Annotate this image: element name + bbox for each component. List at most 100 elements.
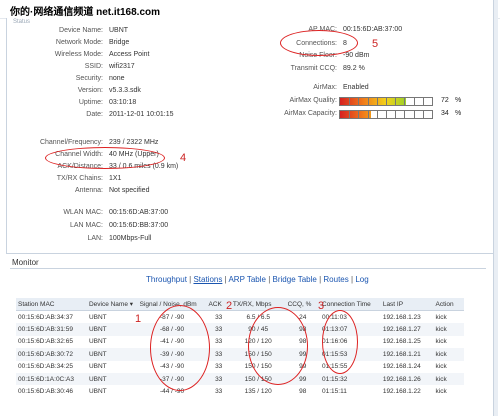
- annotation-number-4: 4: [180, 152, 187, 164]
- lan-label: LAN:: [87, 235, 103, 242]
- bar-segment-divider: [414, 98, 415, 105]
- cell-tx-rx: 135 / 120: [244, 388, 272, 396]
- table-row: 00:15:6D:AB:34:37 UBNT -87 / -90 33 6.5 / 6.…: [16, 311, 464, 324]
- bar-segment-divider: [386, 111, 387, 118]
- annotation-number-2: 2: [226, 300, 233, 312]
- antenna-label: Antenna:: [74, 187, 103, 194]
- airmax-quality-value: 72: [441, 97, 449, 104]
- bar-segment-divider: [386, 98, 387, 105]
- tab-stations[interactable]: Stations: [193, 275, 222, 284]
- airmax-quality-percent: %: [455, 97, 462, 104]
- monitor-tabs: Throughput | Stations | ARP Table | Brid…: [146, 275, 369, 284]
- cell-ack: 33: [206, 372, 231, 386]
- mac-info: WLAN MAC: 00:15:6D:AB:37:00 LAN MAC: 00:…: [7, 209, 227, 249]
- cell-last-ip[interactable]: 192.168.1.22: [381, 385, 434, 397]
- cell-station-mac[interactable]: 00:15:6D:AB:34:25: [16, 361, 87, 373]
- cell-station-mac[interactable]: 00:15:6D:AB:30:46: [16, 385, 87, 397]
- cell-ccq: 98: [299, 388, 307, 396]
- cell-station-mac[interactable]: 00:15:6D:AB:31:59: [16, 323, 87, 336]
- ap-mac-value: 00:15:6D:AB:37:00: [343, 26, 403, 33]
- col-ccq[interactable]: CCQ, %: [285, 298, 321, 311]
- annotation-number-3: 3: [318, 300, 325, 312]
- cell-device-name: UBNT: [88, 313, 107, 321]
- cell-last-ip[interactable]: 192.168.1.25: [381, 336, 434, 348]
- annotation-circle-channel-width: [45, 147, 165, 169]
- transmit-ccq-label: Transmit CCQ:: [290, 65, 337, 72]
- stations-table: Station MAC Device Name ▾ Signal / Noise…: [16, 298, 464, 398]
- lan-mac-value: 00:15:6D:BB:37:00: [109, 222, 169, 229]
- tx-rx-chains-value: 1X1: [109, 175, 122, 182]
- cell-ack: 33: [215, 363, 223, 371]
- cell-station-mac[interactable]: 00:15:6D:AB:32:65: [16, 336, 87, 348]
- cell-station-mac[interactable]: 00:15:6D:1A:0C:A3: [16, 372, 87, 386]
- cell-connection-time: 01:15:11: [322, 388, 347, 396]
- tab-arp-table[interactable]: ARP Table: [228, 275, 266, 284]
- cell-station-mac[interactable]: 00:15:6D:AB:30:72: [16, 348, 87, 361]
- bar-segment-divider: [358, 111, 359, 118]
- cell-device-name: UBNT: [86, 372, 138, 386]
- cell-last-ip[interactable]: 192.168.1.23: [381, 311, 434, 324]
- airmax-value: Enabled: [343, 84, 369, 91]
- cell-ack: 33: [206, 323, 231, 336]
- lan-mac-label: LAN MAC:: [69, 222, 103, 229]
- col-station-mac[interactable]: Station MAC: [16, 298, 87, 311]
- ap-info: AP MAC: 00:15:6D:AB:37:00 Connections: 8…: [7, 18, 487, 138]
- tab-separator: |: [351, 275, 354, 284]
- tab-separator: |: [268, 275, 271, 284]
- lan-value: 100Mbps-Full: [109, 235, 152, 242]
- tab-throughput[interactable]: Throughput: [146, 275, 187, 284]
- table-row: 00:15:6D:AB:30:72 UBNT -39 / -90 33 150 / 15…: [16, 348, 464, 361]
- bar-segment-divider: [395, 111, 396, 118]
- col-device-name[interactable]: Device Name ▾: [86, 298, 138, 311]
- transmit-ccq-value: 89.2 %: [343, 65, 365, 72]
- cell-action[interactable]: kick: [434, 385, 464, 397]
- cell-device-name: UBNT: [86, 348, 138, 361]
- annotation-number-1: 1: [135, 313, 142, 325]
- cell-device-name: UBNT: [86, 323, 138, 336]
- noise-floor-value: -90 dBm: [343, 52, 370, 59]
- tab-log[interactable]: Log: [355, 275, 368, 284]
- bar-segment-divider: [377, 111, 378, 118]
- bar-segment-divider: [414, 111, 415, 118]
- cell-connection-time: 01:15:32: [320, 372, 381, 386]
- col-action: Action: [433, 298, 464, 311]
- table-row: 00:15:6D:1A:0C:A3 UBNT -37 / -90 33 150 / 15…: [16, 372, 464, 386]
- monitor-title: Monitor: [12, 258, 39, 267]
- cell-last-ip[interactable]: 192.168.1.24: [381, 361, 434, 373]
- cell-action[interactable]: kick: [433, 372, 464, 386]
- watermark-text: 你的·网络通信频道 net.it168.com: [10, 7, 161, 18]
- bar-segment-divider: [404, 98, 405, 105]
- cell-last-ip[interactable]: 192.168.1.27: [380, 323, 434, 336]
- table-row: 00:15:6D:AB:34:25 UBNT -43 / -90 33 150 / 15…: [16, 361, 464, 373]
- bar-segment-divider: [368, 98, 369, 105]
- tab-bridge-table[interactable]: Bridge Table: [273, 275, 317, 284]
- cell-device-name: UBNT: [88, 388, 107, 396]
- tab-routes[interactable]: Routes: [323, 275, 348, 284]
- bar-segment-divider: [358, 98, 359, 105]
- cell-station-mac[interactable]: 00:15:6D:AB:34:37: [16, 311, 87, 324]
- cell-action[interactable]: kick: [433, 348, 464, 361]
- cell-ack: 33: [206, 348, 231, 361]
- table-row: 00:15:6D:AB:32:65 UBNT -41 / -90 33 120 / 12…: [16, 336, 464, 348]
- annotation-circle-connections: [280, 30, 358, 56]
- bar-segment-divider: [349, 98, 350, 105]
- bar-segment-divider: [377, 98, 378, 105]
- wlan-mac-label: WLAN MAC:: [63, 209, 103, 216]
- col-connection-time[interactable]: Connection Time: [320, 298, 381, 311]
- cell-ack: 33: [215, 338, 223, 346]
- cell-action[interactable]: kick: [433, 323, 464, 336]
- cell-action[interactable]: kick: [434, 336, 464, 348]
- col-last-ip[interactable]: Last IP: [380, 298, 434, 311]
- airmax-capacity-percent: %: [455, 110, 462, 117]
- cell-last-ip[interactable]: 192.168.1.26: [380, 372, 434, 386]
- table-row: 00:15:6D:AB:31:59 UBNT -68 / -90 33 90 / 45 9…: [16, 323, 464, 336]
- cell-last-ip[interactable]: 192.168.1.21: [380, 348, 434, 361]
- cell-action[interactable]: kick: [434, 311, 464, 324]
- bar-segment-divider: [368, 111, 369, 118]
- cell-device-name: UBNT: [88, 363, 107, 371]
- cell-action[interactable]: kick: [434, 361, 464, 373]
- tab-separator: |: [319, 275, 322, 284]
- watermark-banner: 你的·网络通信频道 net.it168.com: [0, 0, 500, 19]
- airmax-label: AirMax:: [313, 84, 337, 91]
- bar-segment-divider: [395, 98, 396, 105]
